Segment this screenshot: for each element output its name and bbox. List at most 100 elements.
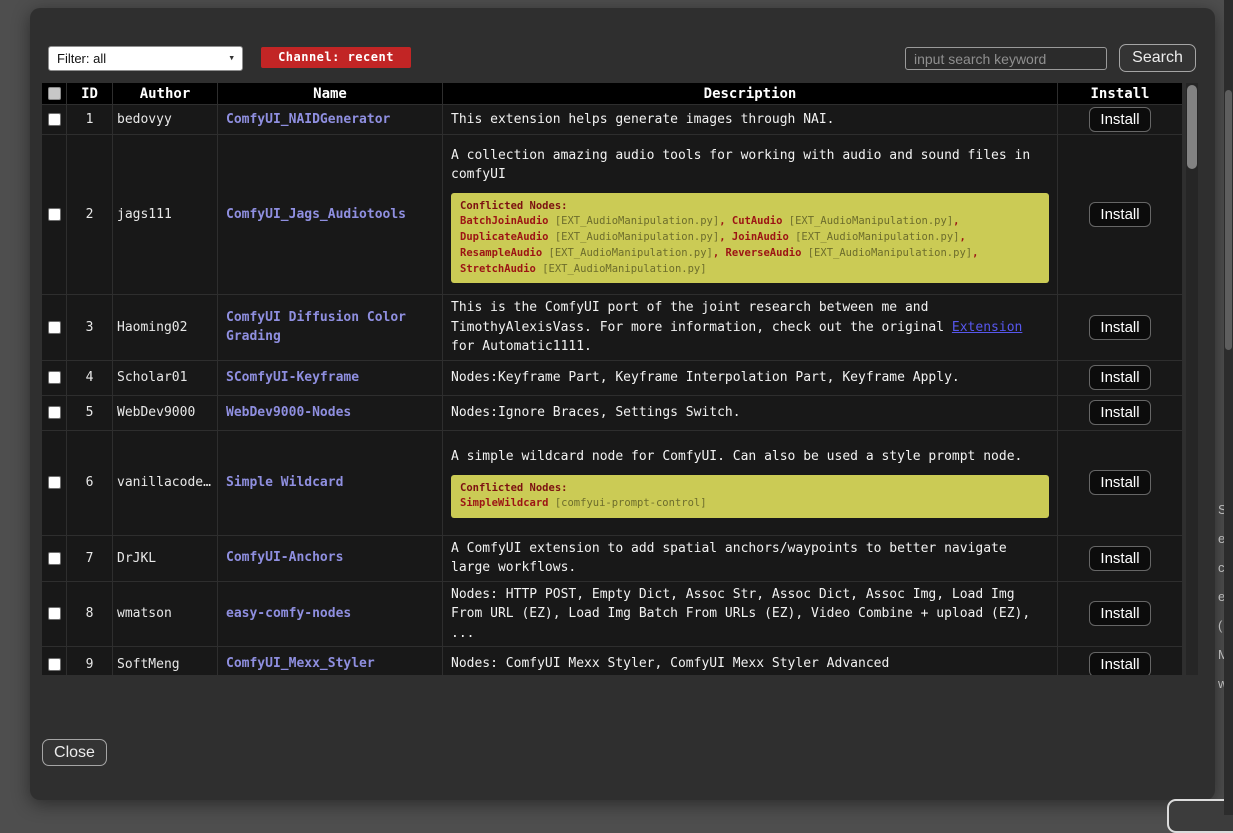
conflict-separator: , [719, 215, 732, 227]
conflict-separator: , [953, 215, 959, 227]
row-checkbox[interactable] [48, 476, 61, 489]
conflict-node-name: CutAudio [732, 215, 783, 227]
check-cell [42, 295, 67, 360]
table-scrollbar-thumb[interactable] [1187, 85, 1197, 169]
table-row: 9 SoftMeng ComfyUI_Mexx_Styler Nodes: Co… [42, 647, 1183, 675]
conflict-separator: , [959, 231, 965, 243]
conflict-node-name: ResampleAudio [460, 247, 542, 259]
row-author: Scholar01 [113, 361, 218, 395]
row-id: 5 [67, 396, 113, 430]
extension-name-link[interactable]: easy-comfy-nodes [226, 604, 351, 624]
conflict-node-name: SimpleWildcard [460, 497, 549, 509]
channel-badge: Channel: recent [261, 47, 411, 68]
install-button[interactable]: Install [1089, 546, 1151, 571]
row-checkbox[interactable] [48, 552, 61, 565]
extension-name-link[interactable]: Simple Wildcard [226, 473, 343, 493]
row-checkbox[interactable] [48, 208, 61, 221]
row-description: Nodes: ComfyUI Mexx Styler, ComfyUI Mexx… [451, 654, 1049, 674]
custom-nodes-table: ID Author Name Description Install 1 bed… [42, 83, 1198, 675]
check-cell [42, 105, 67, 134]
row-author: bedovyy [113, 105, 218, 134]
conflict-node-source: [EXT_AudioManipulation.py] [808, 247, 972, 259]
extension-name-link[interactable]: ComfyUI_Mexx_Styler [226, 654, 375, 674]
install-button[interactable]: Install [1089, 470, 1151, 495]
row-checkbox[interactable] [48, 406, 61, 419]
row-author: DrJKL [113, 536, 218, 581]
extension-name-link[interactable]: ComfyUI Diffusion Color Grading [226, 308, 434, 347]
row-description: This extension helps generate images thr… [451, 110, 1049, 130]
table-row: 6 vanillacode… Simple Wildcard A simple … [42, 431, 1183, 536]
row-checkbox[interactable] [48, 321, 61, 334]
row-author: WebDev9000 [113, 396, 218, 430]
table-scrollbar[interactable] [1186, 83, 1198, 675]
check-cell [42, 361, 67, 395]
page-scrollbar[interactable] [1224, 0, 1233, 815]
conflict-node-source: [EXT_AudioManipulation.py] [795, 231, 959, 243]
header-name: Name [218, 83, 443, 104]
row-description: A ComfyUI extension to add spatial ancho… [451, 539, 1049, 578]
page-scrollbar-thumb[interactable] [1225, 90, 1232, 350]
row-checkbox[interactable] [48, 371, 61, 384]
extension-name-link[interactable]: WebDev9000-Nodes [226, 403, 351, 423]
table-row: 4 Scholar01 SComfyUI-Keyframe Nodes:Keyf… [42, 361, 1183, 396]
row-description: A collection amazing audio tools for wor… [451, 146, 1049, 185]
row-checkbox[interactable] [48, 113, 61, 126]
conflict-node-source: [EXT_AudioManipulation.py] [789, 215, 953, 227]
extension-name-link[interactable]: ComfyUI_Jags_Audiotools [226, 205, 406, 225]
check-cell [42, 647, 67, 675]
extension-name-link[interactable]: ComfyUI-Anchors [226, 548, 343, 568]
row-id: 8 [67, 582, 113, 647]
select-all-checkbox[interactable] [48, 87, 61, 100]
check-cell [42, 135, 67, 294]
install-button[interactable]: Install [1089, 315, 1151, 340]
extension-name-link[interactable]: ComfyUI_NAIDGenerator [226, 110, 390, 130]
filter-select[interactable]: Filter: all [48, 46, 243, 71]
conflict-separator: , [972, 247, 978, 259]
check-cell [42, 396, 67, 430]
row-id: 7 [67, 536, 113, 581]
description-text: for Automatic1111. [451, 339, 592, 354]
install-button[interactable]: Install [1089, 202, 1151, 227]
conflict-node-source: [EXT_AudioManipulation.py] [555, 231, 719, 243]
row-description: A simple wildcard node for ComfyUI. Can … [451, 447, 1049, 467]
table-row: 1 bedovyy ComfyUI_NAIDGenerator This ext… [42, 105, 1183, 135]
close-button[interactable]: Close [42, 739, 107, 766]
header-install: Install [1058, 83, 1183, 104]
background-ui-fragment: ( [1218, 618, 1222, 633]
conflict-separator: , [719, 231, 732, 243]
row-author: jags111 [113, 135, 218, 294]
header-author: Author [113, 83, 218, 104]
row-id: 2 [67, 135, 113, 294]
row-description: This is the ComfyUI port of the joint re… [451, 298, 1049, 357]
row-checkbox[interactable] [48, 607, 61, 620]
extension-link[interactable]: Extension [952, 320, 1022, 335]
check-cell [42, 431, 67, 535]
row-id: 4 [67, 361, 113, 395]
table-row: 3 Haoming02 ComfyUI Diffusion Color Grad… [42, 295, 1183, 361]
conflict-node-source: [EXT_AudioManipulation.py] [549, 247, 713, 259]
install-button[interactable]: Install [1089, 652, 1151, 676]
conflict-node-name: BatchJoinAudio [460, 215, 549, 227]
extension-name-link[interactable]: SComfyUI-Keyframe [226, 368, 359, 388]
description-text: This is the ComfyUI port of the joint re… [451, 300, 952, 335]
table-row: 2 jags111 ComfyUI_Jags_Audiotools A coll… [42, 135, 1183, 295]
row-author: SoftMeng [113, 647, 218, 675]
install-button[interactable]: Install [1089, 400, 1151, 425]
row-checkbox[interactable] [48, 658, 61, 671]
install-button[interactable]: Install [1089, 365, 1151, 390]
filter-select-wrap: Filter: all ▾ [48, 46, 243, 71]
conflict-node-source: [EXT_AudioManipulation.py] [555, 215, 719, 227]
table-row: 7 DrJKL ComfyUI-Anchors A ComfyUI extens… [42, 536, 1183, 582]
row-author: wmatson [113, 582, 218, 647]
search-input[interactable] [905, 47, 1107, 70]
row-id: 1 [67, 105, 113, 134]
row-id: 6 [67, 431, 113, 535]
row-description: Nodes: HTTP POST, Empty Dict, Assoc Str,… [451, 585, 1049, 644]
conflict-node-name: StretchAudio [460, 263, 536, 275]
install-button[interactable]: Install [1089, 601, 1151, 626]
search-button[interactable]: Search [1119, 44, 1196, 72]
conflict-node-name: DuplicateAudio [460, 231, 549, 243]
install-button[interactable]: Install [1089, 107, 1151, 132]
conflict-title: Conflicted Nodes: [460, 481, 1040, 497]
conflicted-nodes-box: Conflicted Nodes: SimpleWildcard [comfyu… [451, 475, 1049, 519]
